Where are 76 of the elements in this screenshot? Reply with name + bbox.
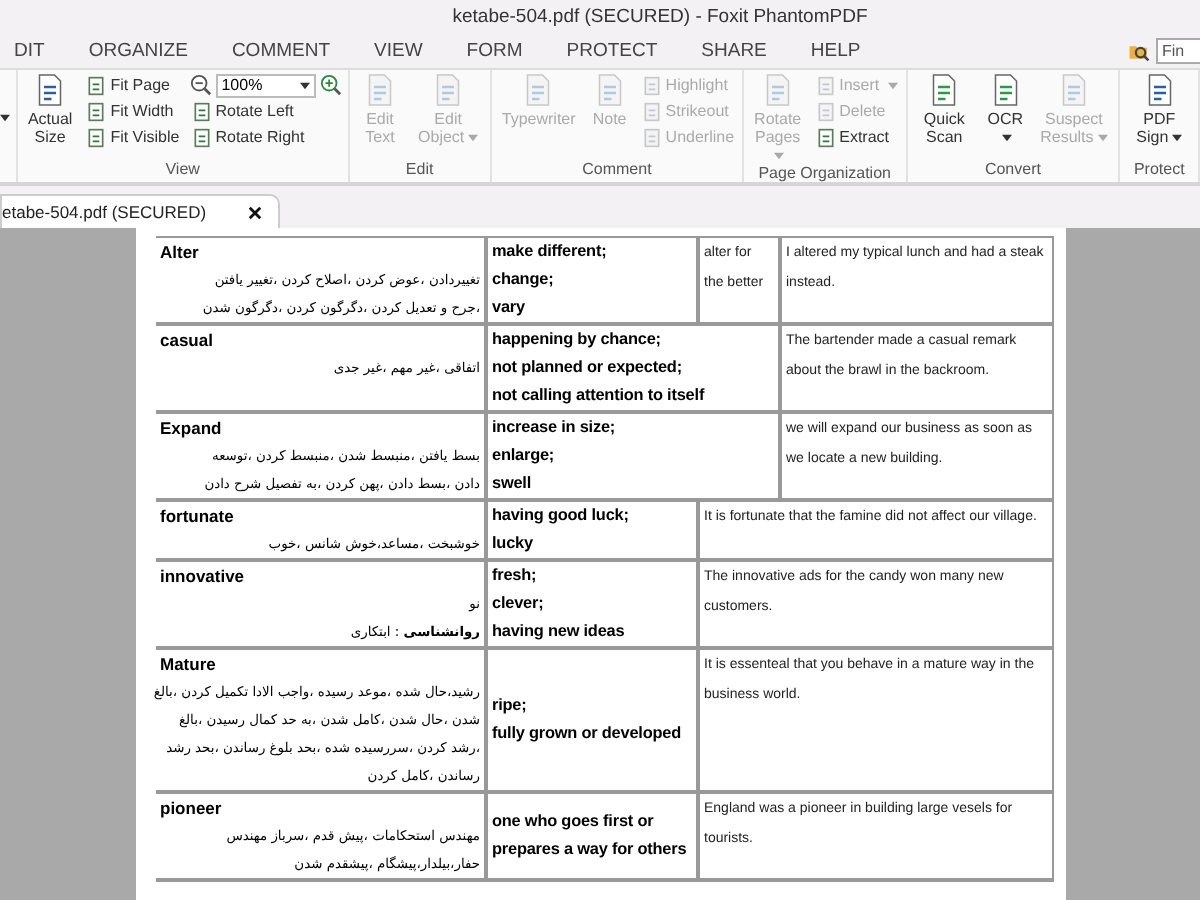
page-icon [641, 127, 662, 147]
definition: having good luck; [492, 504, 631, 528]
ribbon-button[interactable]: Quick Scan [913, 72, 976, 146]
definition: fresh; [492, 564, 539, 588]
page-icon [191, 127, 212, 147]
menu-tab[interactable]: DIT [0, 40, 67, 62]
group-label: Edit [403, 160, 436, 182]
word: Mature [160, 652, 218, 678]
group-label: Page Organization [756, 164, 893, 186]
definition: not planned or expected; [492, 356, 684, 380]
page-icon [815, 101, 836, 121]
ribbon-button[interactable]: Extract [813, 124, 900, 150]
page-icon [815, 75, 836, 95]
group-label: Convert [982, 160, 1043, 182]
definition: increase in size; [492, 416, 618, 440]
find-icon[interactable] [1128, 40, 1150, 62]
zoom-combo[interactable]: 100% [215, 73, 316, 97]
group-label: Comment [580, 160, 654, 182]
close-icon[interactable] [248, 205, 262, 219]
caret-icon [887, 81, 898, 89]
definition: lucky [492, 532, 535, 556]
caret-icon[interactable] [0, 114, 10, 122]
ribbon-button[interactable]: Actual Size [23, 72, 77, 146]
page-icon [191, 101, 212, 121]
group-label: View [163, 160, 202, 182]
page-icon [86, 75, 107, 95]
word: casual [160, 328, 215, 354]
window-title: ketabe-504.pdf (SECURED) - Foxit PhantomPDF [450, 6, 868, 28]
menu-tab[interactable]: PROTECT [544, 40, 680, 62]
caret-icon [774, 152, 785, 160]
word: innovative [160, 564, 247, 590]
caret-icon [468, 134, 479, 142]
page-icon [641, 75, 662, 95]
word: pioneer [160, 796, 224, 822]
definition: fully grown or developed [492, 722, 683, 746]
ribbon-button[interactable]: OCR [983, 72, 1028, 146]
definition: having new ideas [492, 620, 627, 644]
definition: happening by chance; [492, 328, 663, 352]
definition: one who goes first or [492, 810, 656, 834]
ribbon-button[interactable]: Rotate Right [189, 124, 342, 150]
definition: prepares a way for others [492, 838, 689, 862]
definition: swell [492, 472, 534, 496]
caret-icon [1172, 134, 1183, 142]
word: Expand [160, 416, 224, 442]
definition: ripe; [492, 694, 529, 718]
caret-icon [299, 81, 310, 89]
ribbon-button[interactable]: Fit Width [84, 98, 182, 124]
word: fortunate [160, 504, 236, 530]
menu-tab[interactable]: SHARE [679, 40, 789, 62]
page-icon [86, 101, 107, 121]
caret-icon [1002, 134, 1013, 142]
menu-tab[interactable]: ORGANIZE [66, 40, 210, 62]
page-icon [815, 127, 836, 147]
definition: clever; [492, 592, 546, 616]
menu-tab[interactable]: FORM [444, 40, 545, 62]
definition: make different; [492, 240, 609, 264]
zoom-out-icon[interactable] [189, 74, 212, 96]
find-field[interactable]: Fin [1156, 38, 1200, 64]
document-tab[interactable]: etabe-504.pdf (SECURED) [0, 194, 280, 228]
ribbon-button[interactable]: Rotate Left [189, 98, 342, 124]
definition: enlarge; [492, 444, 557, 468]
menu-tab[interactable]: HELP [788, 40, 883, 62]
page-icon [86, 127, 107, 147]
ribbon-button[interactable]: Fit Page [84, 72, 182, 98]
caret-icon [1097, 134, 1108, 142]
definition: change; [492, 268, 556, 292]
menu-tab[interactable]: COMMENT [209, 40, 353, 62]
page-icon [641, 101, 662, 121]
group-label: Protect [1131, 160, 1187, 182]
menu-tab[interactable]: VIEW [352, 40, 445, 62]
word: Alter [160, 240, 201, 266]
definition: not calling attention to itself [492, 384, 707, 408]
zoom-in-icon[interactable] [319, 74, 342, 96]
ribbon-button[interactable]: Fit Visible [84, 124, 182, 150]
definition: vary [492, 296, 527, 320]
ribbon-button[interactable]: PDF Sign [1126, 72, 1192, 146]
